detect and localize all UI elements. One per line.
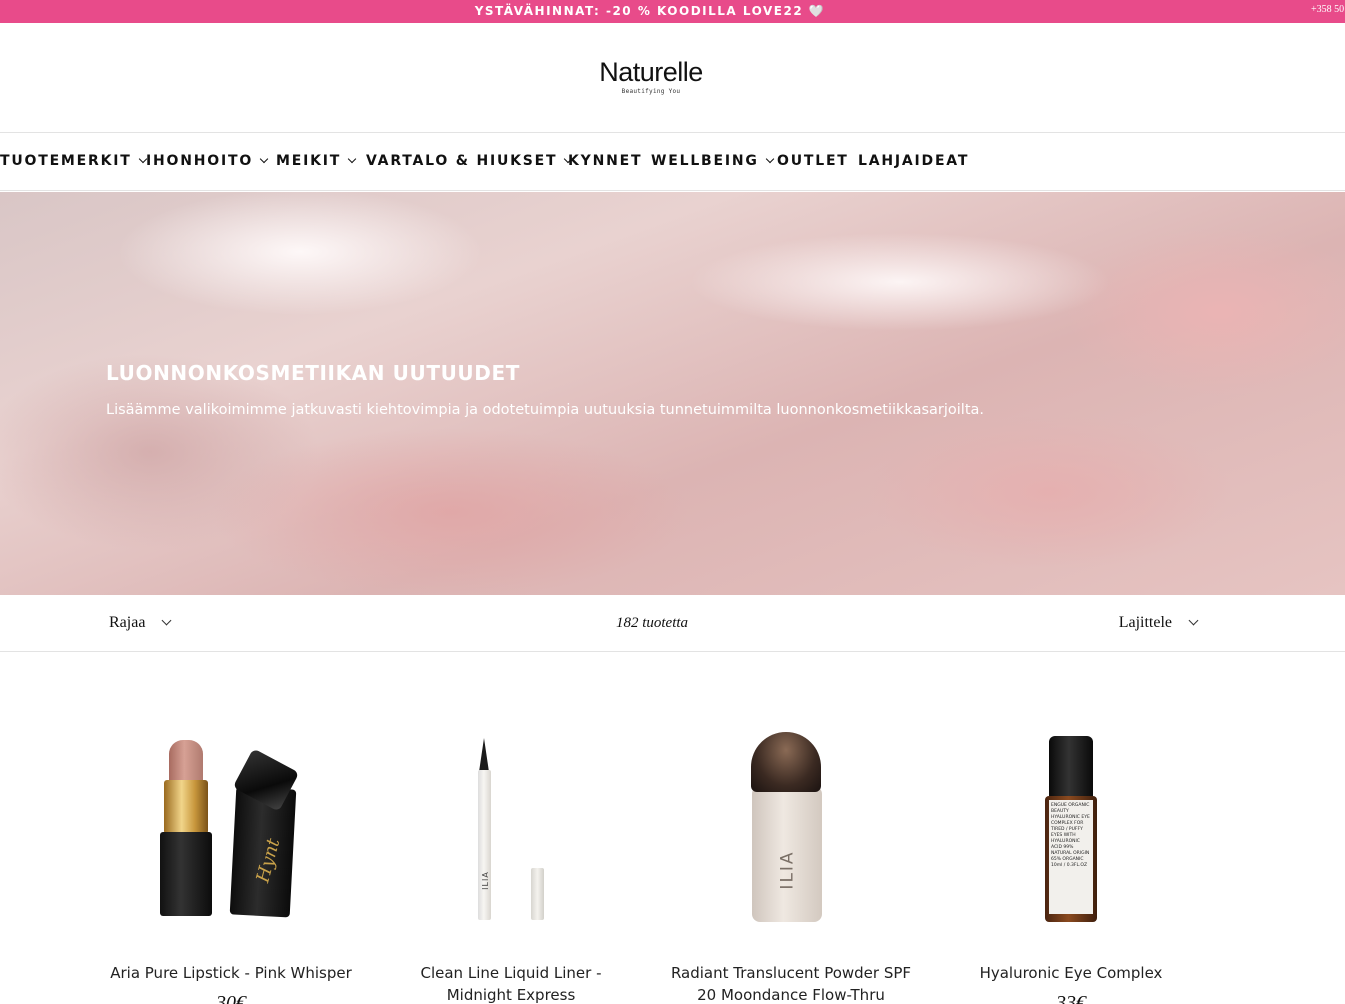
- product-image[interactable]: ILIA: [386, 700, 636, 960]
- nav-item-label: VARTALO & HIUKSET: [366, 153, 558, 169]
- site-logo[interactable]: Naturelle Beautifying You: [560, 57, 742, 96]
- collection-toolbar: Rajaa 182 tuotetta Lajittele: [0, 595, 1345, 652]
- bottle-cap: [1049, 736, 1093, 798]
- product-grid: Hynt Aria Pure Lipstick - Pink Whisper 3…: [0, 700, 1345, 1004]
- filter-dropdown[interactable]: Rajaa: [109, 614, 172, 632]
- nav-item-label: MEIKIT: [276, 153, 342, 169]
- product-name[interactable]: Radiant Translucent Powder SPF 20 Moonda…: [666, 962, 916, 1004]
- chevron-down-icon: [765, 154, 774, 164]
- sort-dropdown[interactable]: Lajittele: [1118, 614, 1199, 632]
- nav-item-label: KYNNET: [568, 153, 643, 169]
- nav-item-outlet[interactable]: OUTLET: [777, 153, 849, 169]
- chevron-down-icon: [161, 615, 172, 626]
- nav-item-label: OUTLET: [777, 153, 849, 169]
- chevron-down-icon: [347, 154, 357, 164]
- filter-label: Rajaa: [109, 614, 146, 631]
- product-card[interactable]: ENGUE ORGANIC BEAUTY HYALURONIC EYE COMP…: [946, 700, 1196, 1004]
- product-price: 30€: [216, 992, 246, 1004]
- nav-item-label: LAHJAIDEAT: [858, 153, 970, 169]
- product-card[interactable]: ILIA Clean Line Liquid Liner - Midnight …: [386, 700, 636, 1004]
- announcement-phone[interactable]: +358 50: [1311, 4, 1345, 15]
- liner-cap: [531, 868, 544, 920]
- nav-item-meikit[interactable]: MEIKIT: [276, 153, 357, 169]
- nav-item-kynnet[interactable]: KYNNET: [568, 153, 642, 169]
- product-card[interactable]: ILIA Radiant Translucent Powder SPF 20 M…: [666, 700, 916, 1004]
- powder-brand-label: ILIA: [777, 850, 798, 890]
- nav-item-label: WELLBEING: [651, 153, 759, 169]
- chevron-down-icon: [259, 154, 269, 164]
- site-header: Naturelle Beautifying You: [0, 23, 1345, 133]
- logo-tagline: Beautifying You: [621, 88, 681, 95]
- main-nav: TUOTEMERKIT IHONHOITO MEIKIT VARTALO & H…: [0, 134, 1345, 191]
- product-image[interactable]: ENGUE ORGANIC BEAUTY HYALURONIC EYE COMP…: [946, 700, 1196, 960]
- lipstick-base: [160, 832, 212, 916]
- liner-brand-label: ILIA: [480, 871, 490, 890]
- lipstick-tube: [164, 780, 208, 834]
- product-price: 33€: [1056, 992, 1086, 1004]
- nav-item-label: IHONHOITO: [146, 153, 254, 169]
- product-count: 182 tuotetta: [615, 615, 689, 631]
- nav-item-ihonhoito[interactable]: IHONHOITO: [146, 153, 269, 169]
- nav-item-tuotemerkit[interactable]: TUOTEMERKIT: [0, 153, 147, 169]
- product-image[interactable]: Hynt: [106, 700, 356, 960]
- liner-tip: [479, 738, 489, 772]
- announcement-bar: YSTÄVÄHINNAT: -20 % KOODILLA LOVE22 🤍 +3…: [0, 0, 1345, 23]
- nav-item-lahjaideat[interactable]: LAHJAIDEAT: [858, 153, 969, 169]
- nav-item-vartalo-hiukset[interactable]: VARTALO & HIUKSET: [366, 153, 573, 169]
- product-image[interactable]: ILIA: [666, 700, 916, 960]
- product-card[interactable]: Hynt Aria Pure Lipstick - Pink Whisper 3…: [106, 700, 356, 1004]
- nav-item-label: TUOTEMERKIT: [0, 153, 132, 169]
- logo-wordmark: Naturelle: [599, 57, 703, 87]
- announcement-text[interactable]: YSTÄVÄHINNAT: -20 % KOODILLA LOVE22 🤍: [0, 4, 1300, 18]
- collection-description: Lisäämme valikoimimme jatkuvasti kiehtov…: [106, 402, 984, 418]
- bottle-label: ENGUE ORGANIC BEAUTY HYALURONIC EYE COMP…: [1049, 800, 1093, 914]
- product-name[interactable]: Clean Line Liquid Liner - Midnight Expre…: [386, 962, 636, 1004]
- nav-item-wellbeing[interactable]: WELLBEING: [651, 153, 774, 169]
- product-name[interactable]: Aria Pure Lipstick - Pink Whisper: [106, 962, 356, 984]
- sort-label: Lajittele: [1118, 614, 1172, 631]
- product-name[interactable]: Hyaluronic Eye Complex: [946, 962, 1196, 984]
- collection-title: LUONNONKOSMETIIKAN UUTUUDET: [106, 361, 520, 385]
- collection-hero: LUONNONKOSMETIIKAN UUTUUDET Lisäämme val…: [0, 192, 1345, 595]
- chevron-down-icon: [1188, 615, 1199, 626]
- powder-brush: [751, 732, 821, 792]
- liner-body: [478, 770, 491, 920]
